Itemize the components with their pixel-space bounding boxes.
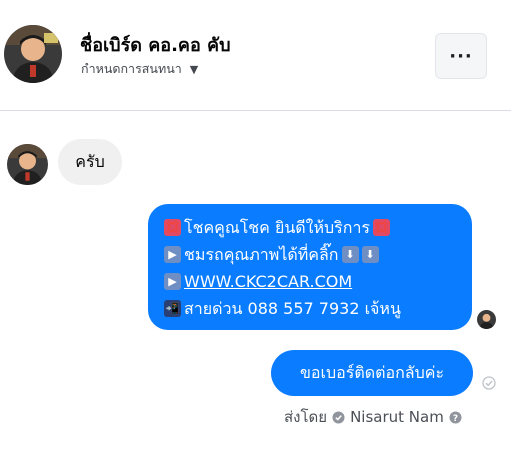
more-options-button[interactable]: ··· xyxy=(435,33,487,79)
play-icon: ▶ xyxy=(164,273,181,290)
message-line: ▶ ชมรถคุณภาพได้ที่คลิ๊ก ⬇ ⬇ xyxy=(164,241,458,268)
conversation-header: ชื่อเบิร์ด คอ.คอ คับ กำหนดการสนทนา ▼ ··· xyxy=(0,0,511,111)
message-text: ขอเบอร์ติดต่อกลับค่ะ xyxy=(299,362,445,382)
caret-down-icon: ▼ xyxy=(189,62,199,76)
schedule-label: กำหนดการสนทนา xyxy=(81,61,182,76)
message-text: ครับ xyxy=(75,151,105,171)
contact-name[interactable]: ชื่อเบิร์ด คอ.คอ คับ xyxy=(80,30,231,59)
sent-by-info: ส่งโดย Nisarut Nam ? xyxy=(284,405,462,429)
message-text: ชมรถคุณภาพได้ที่คลิ๊ก xyxy=(184,245,339,264)
message-line: ▶ WWW.CKC2CAR.COM xyxy=(164,268,458,295)
incoming-message-bubble[interactable]: ครับ xyxy=(58,139,122,185)
conversation-schedule-dropdown[interactable]: กำหนดการสนทนา ▼ xyxy=(81,59,198,79)
help-icon[interactable]: ? xyxy=(449,411,462,424)
seen-receipt-avatar xyxy=(477,310,496,329)
down-arrow-icon: ⬇ xyxy=(341,246,359,263)
anger-symbol-icon: 💢 xyxy=(164,219,181,236)
outgoing-message-bubble[interactable]: 💢 โชคคูณโชค ยินดีให้บริการ 💢 ▶ ชมรถคุณภา… xyxy=(148,204,472,330)
sent-check-icon xyxy=(482,376,496,390)
message-line: 📲 สายด่วน 088 557 7932 เจ้หนู xyxy=(164,295,458,322)
play-icon: ▶ xyxy=(164,246,181,263)
svg-text:?: ? xyxy=(453,414,458,424)
message-line: 💢 โชคคูณโชค ยินดีให้บริการ 💢 xyxy=(164,214,458,241)
contact-avatar[interactable] xyxy=(4,25,62,83)
down-arrow-icon: ⬇ xyxy=(361,246,379,263)
anger-symbol-icon: 💢 xyxy=(373,219,391,236)
mobile-phone-icon: 📲 xyxy=(164,300,181,317)
sender-avatar[interactable] xyxy=(7,144,48,185)
sent-by-label: ส่งโดย xyxy=(284,408,328,426)
more-icon: ··· xyxy=(449,45,473,67)
verified-check-icon xyxy=(332,411,345,423)
outgoing-reply-bubble[interactable]: ขอเบอร์ติดต่อกลับค่ะ xyxy=(271,350,473,396)
message-text: โชคคูณโชค ยินดีให้บริการ xyxy=(184,218,371,237)
sender-name[interactable]: Nisarut Nam xyxy=(350,408,444,426)
website-link[interactable]: WWW.CKC2CAR.COM xyxy=(184,268,352,295)
message-text: สายด่วน 088 557 7932 เจ้หนู xyxy=(184,299,401,318)
